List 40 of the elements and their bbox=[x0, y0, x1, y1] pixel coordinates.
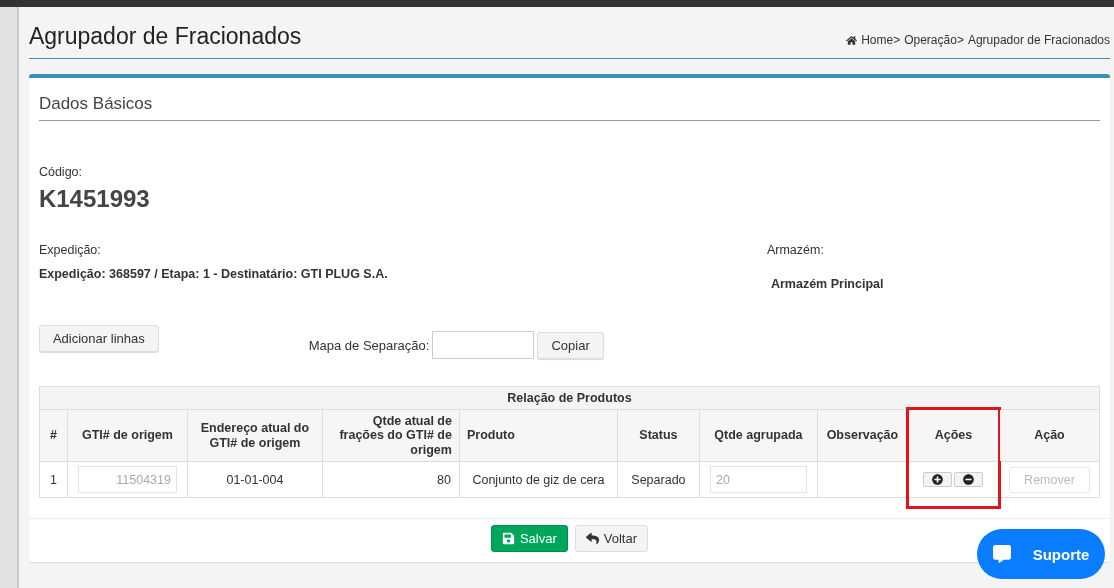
column-header: Qtde agrupada bbox=[699, 409, 818, 462]
breadcrumb-link[interactable]: Home> bbox=[861, 33, 901, 47]
breadcrumb-link[interactable]: Agrupador de Fracionados bbox=[967, 33, 1110, 47]
section-title: Dados Básicos bbox=[38, 94, 1100, 121]
add-button[interactable] bbox=[923, 471, 953, 487]
column-header: Produto bbox=[459, 409, 618, 462]
column-header: # bbox=[39, 409, 68, 462]
column-header: Observação bbox=[817, 409, 908, 462]
table-cell: 01-01-004 bbox=[187, 461, 323, 498]
plus-icon bbox=[932, 473, 944, 485]
reply-arrow-icon bbox=[585, 532, 599, 546]
chat-bubble-icon bbox=[992, 545, 1011, 563]
minus-icon bbox=[963, 473, 975, 485]
page-title: Agrupador de Fracionados bbox=[28, 23, 302, 50]
back-button[interactable]: Voltar bbox=[574, 525, 648, 553]
field-label: Código: bbox=[38, 165, 84, 179]
copy-button[interactable]: Copiar bbox=[537, 331, 604, 359]
column-header: Qtde atual de frações do GTI# de origem bbox=[322, 409, 460, 462]
column-header: Status bbox=[617, 409, 700, 462]
column-header: Ação bbox=[999, 409, 1100, 462]
warehouse-value: Armazém Principal bbox=[770, 277, 885, 291]
table-cell: 1 bbox=[39, 461, 68, 498]
table-cell: 80 bbox=[322, 461, 460, 498]
field-label: Expedição: bbox=[38, 243, 102, 257]
support-button[interactable]: Suporte bbox=[977, 529, 1105, 579]
remove-line-button[interactable] bbox=[954, 471, 984, 487]
table-cell: Conjunto de giz de cera bbox=[459, 461, 618, 498]
add-lines-button[interactable]: Adicionar linhas bbox=[38, 325, 159, 352]
field-label: Armazém: bbox=[766, 243, 825, 257]
column-header: GTI# de origem bbox=[67, 409, 188, 462]
breadcrumb-link[interactable]: Operação> bbox=[904, 33, 964, 47]
separation-map-input[interactable] bbox=[432, 331, 535, 359]
column-header: Endereço atual do GTI# de origem bbox=[187, 409, 323, 462]
table-cell: Separado bbox=[617, 461, 700, 498]
shipment-value: Expedição: 368597 / Etapa: 1 - Destinatário: GTI PLUG S.A. bbox=[38, 267, 389, 281]
field-label: Mapa de Separação: bbox=[308, 337, 430, 353]
code-value: K1451993 bbox=[38, 185, 151, 213]
table-caption: Relação de Produtos bbox=[39, 386, 1100, 410]
home-icon bbox=[846, 34, 858, 46]
floppy-icon bbox=[501, 532, 515, 546]
